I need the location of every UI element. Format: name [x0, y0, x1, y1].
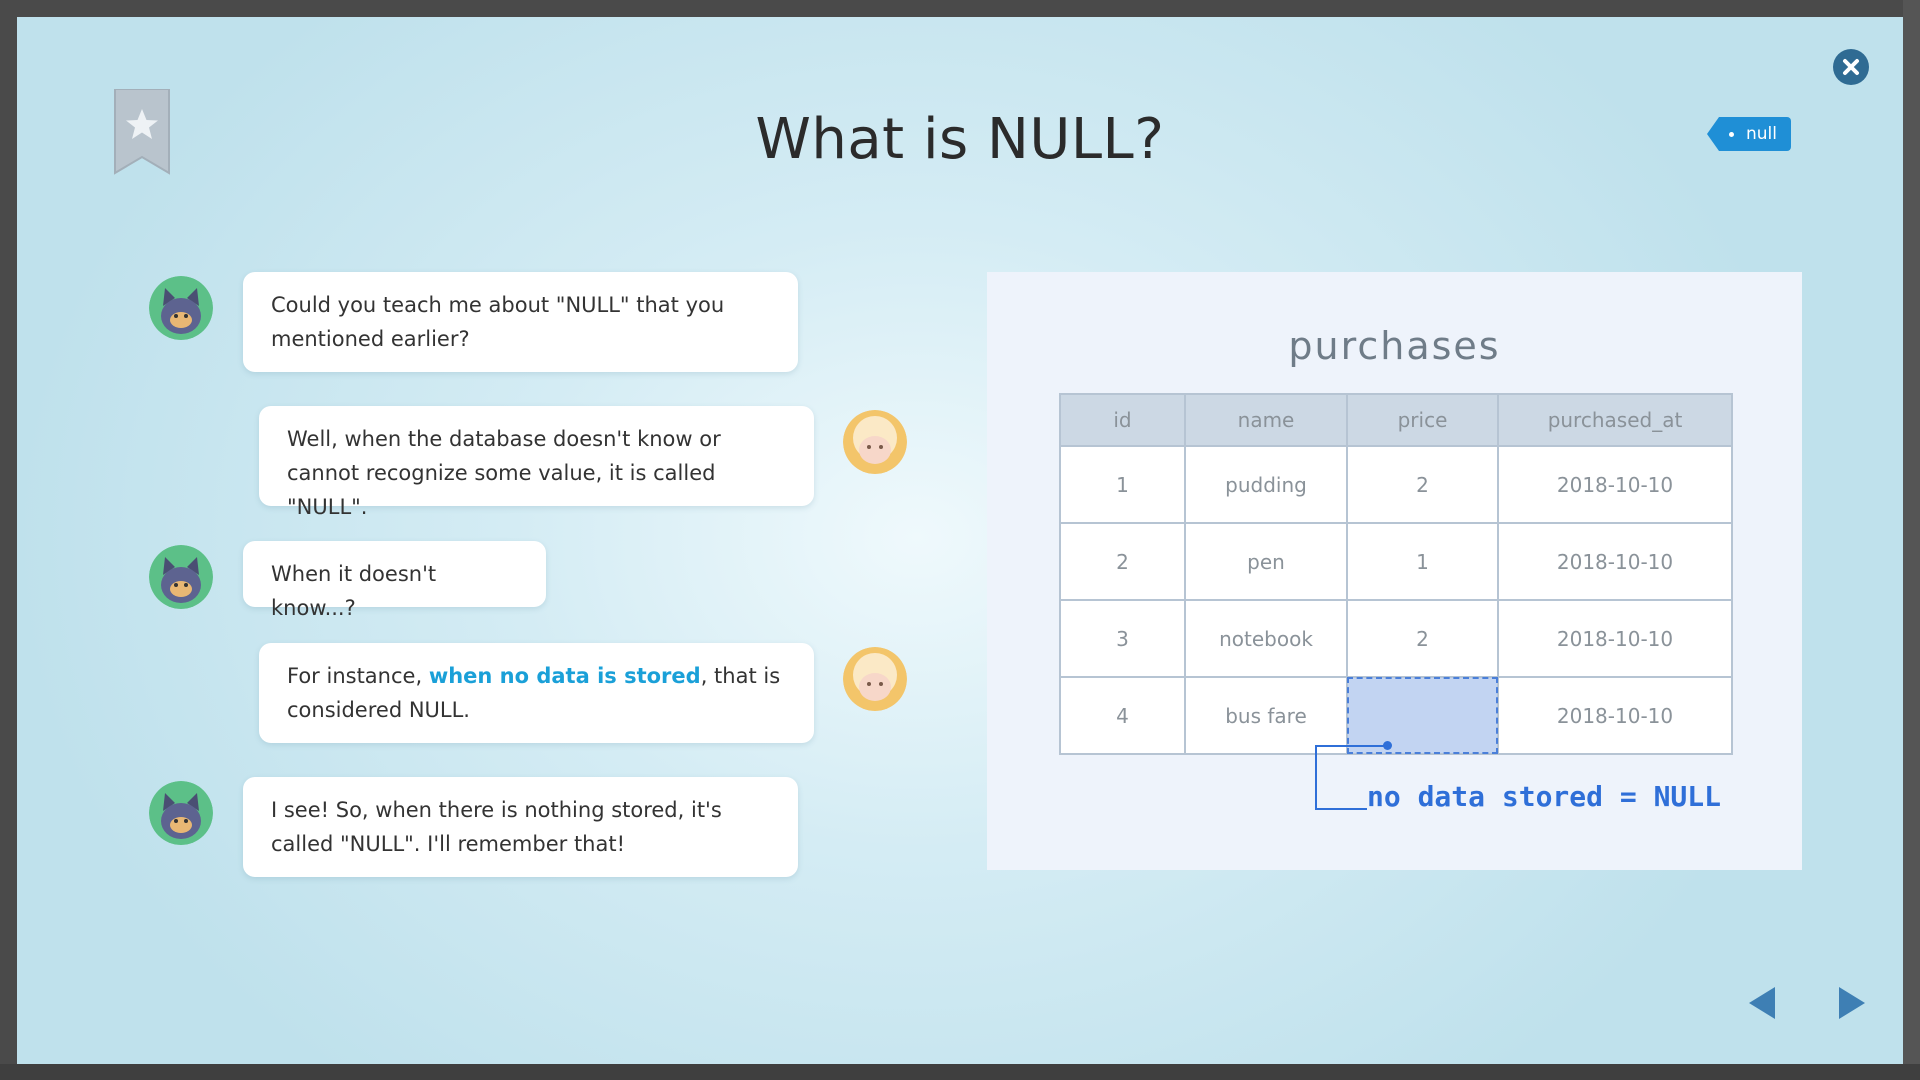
- table-cell: 3: [1059, 599, 1186, 678]
- column-header: name: [1184, 393, 1348, 447]
- chat-bubble-4: For instance, when no data is stored, th…: [259, 643, 814, 743]
- page-scrollbar[interactable]: [1903, 0, 1920, 1080]
- callout-connector-lower: [1315, 808, 1367, 810]
- table-cell: 2018-10-10: [1497, 599, 1733, 678]
- tag-label: null: [1746, 124, 1777, 144]
- chat-text-5: I see! So, when there is nothing stored,…: [271, 798, 722, 856]
- previous-slide-button[interactable]: [1749, 987, 1775, 1019]
- page-backdrop-top: [0, 0, 1920, 17]
- close-button[interactable]: [1833, 49, 1869, 85]
- chat-text-2: Well, when the database doesn't know or …: [287, 427, 721, 519]
- sheep-avatar: [843, 410, 907, 474]
- column-header: price: [1346, 393, 1499, 447]
- table-cell: 2018-10-10: [1497, 522, 1733, 601]
- column-header: id: [1059, 393, 1186, 447]
- sheep-avatar: [843, 647, 907, 711]
- callout-connector: [1315, 745, 1367, 810]
- chat-bubble-3: When it doesn't know...?: [243, 541, 546, 620]
- table-row: 1 pudding 2 2018-10-10: [1059, 445, 1733, 524]
- table-cell: 2: [1346, 599, 1499, 678]
- chat-text-1: Could you teach me about "NULL" that you…: [271, 293, 725, 351]
- table-cell: 1: [1346, 522, 1499, 601]
- chat-text-4-before: For instance,: [287, 664, 429, 688]
- keyword-tag[interactable]: null: [1707, 117, 1791, 151]
- table-row: 3 notebook 2 2018-10-10: [1059, 599, 1733, 678]
- table-illustration: purchases id name price purchased_at 1 p…: [987, 272, 1802, 870]
- callout-dot: [1383, 741, 1392, 750]
- next-slide-button[interactable]: [1839, 987, 1865, 1019]
- table-header-row: id name price purchased_at: [1059, 393, 1733, 447]
- table-cell: pudding: [1184, 445, 1348, 524]
- page-backdrop-bottom: [0, 1064, 1920, 1080]
- null-callout-label: no data stored = NULL: [1367, 780, 1722, 813]
- lesson-modal: What is NULL? null Could you teach me ab…: [17, 17, 1903, 1064]
- table-cell: bus fare: [1184, 676, 1348, 755]
- chat-bubble-5: I see! So, when there is nothing stored,…: [243, 777, 798, 877]
- table-cell: 2: [1059, 522, 1186, 601]
- cat-avatar: [149, 276, 213, 340]
- table-cell: 1: [1059, 445, 1186, 524]
- tag-pointer: [1707, 117, 1719, 151]
- chat-text-3: When it doesn't know...?: [271, 562, 437, 620]
- tag-dot-icon: [1729, 131, 1734, 137]
- table-name: purchases: [1288, 324, 1501, 368]
- column-header: purchased_at: [1497, 393, 1733, 447]
- table-cell: pen: [1184, 522, 1348, 601]
- table-cell: 2: [1346, 445, 1499, 524]
- table-row: 4 bus fare 2018-10-10: [1059, 676, 1733, 755]
- chat-text-4-highlight: when no data is stored: [428, 664, 701, 688]
- null-cell: [1346, 676, 1499, 755]
- chat-bubble-1: Could you teach me about "NULL" that you…: [243, 272, 798, 372]
- callout-connector-top: [1317, 745, 1387, 747]
- table-cell: 2018-10-10: [1497, 445, 1733, 524]
- table-cell: 4: [1059, 676, 1186, 755]
- purchases-table: id name price purchased_at 1 pudding 2 2…: [1059, 393, 1733, 755]
- page-title: What is NULL?: [755, 107, 1165, 172]
- table-row: 2 pen 1 2018-10-10: [1059, 522, 1733, 601]
- table-cell: notebook: [1184, 599, 1348, 678]
- cat-avatar: [149, 545, 213, 609]
- cat-avatar: [149, 781, 213, 845]
- table-cell: 2018-10-10: [1497, 676, 1733, 755]
- close-icon: [1834, 50, 1868, 84]
- chat-bubble-2: Well, when the database doesn't know or …: [259, 406, 814, 519]
